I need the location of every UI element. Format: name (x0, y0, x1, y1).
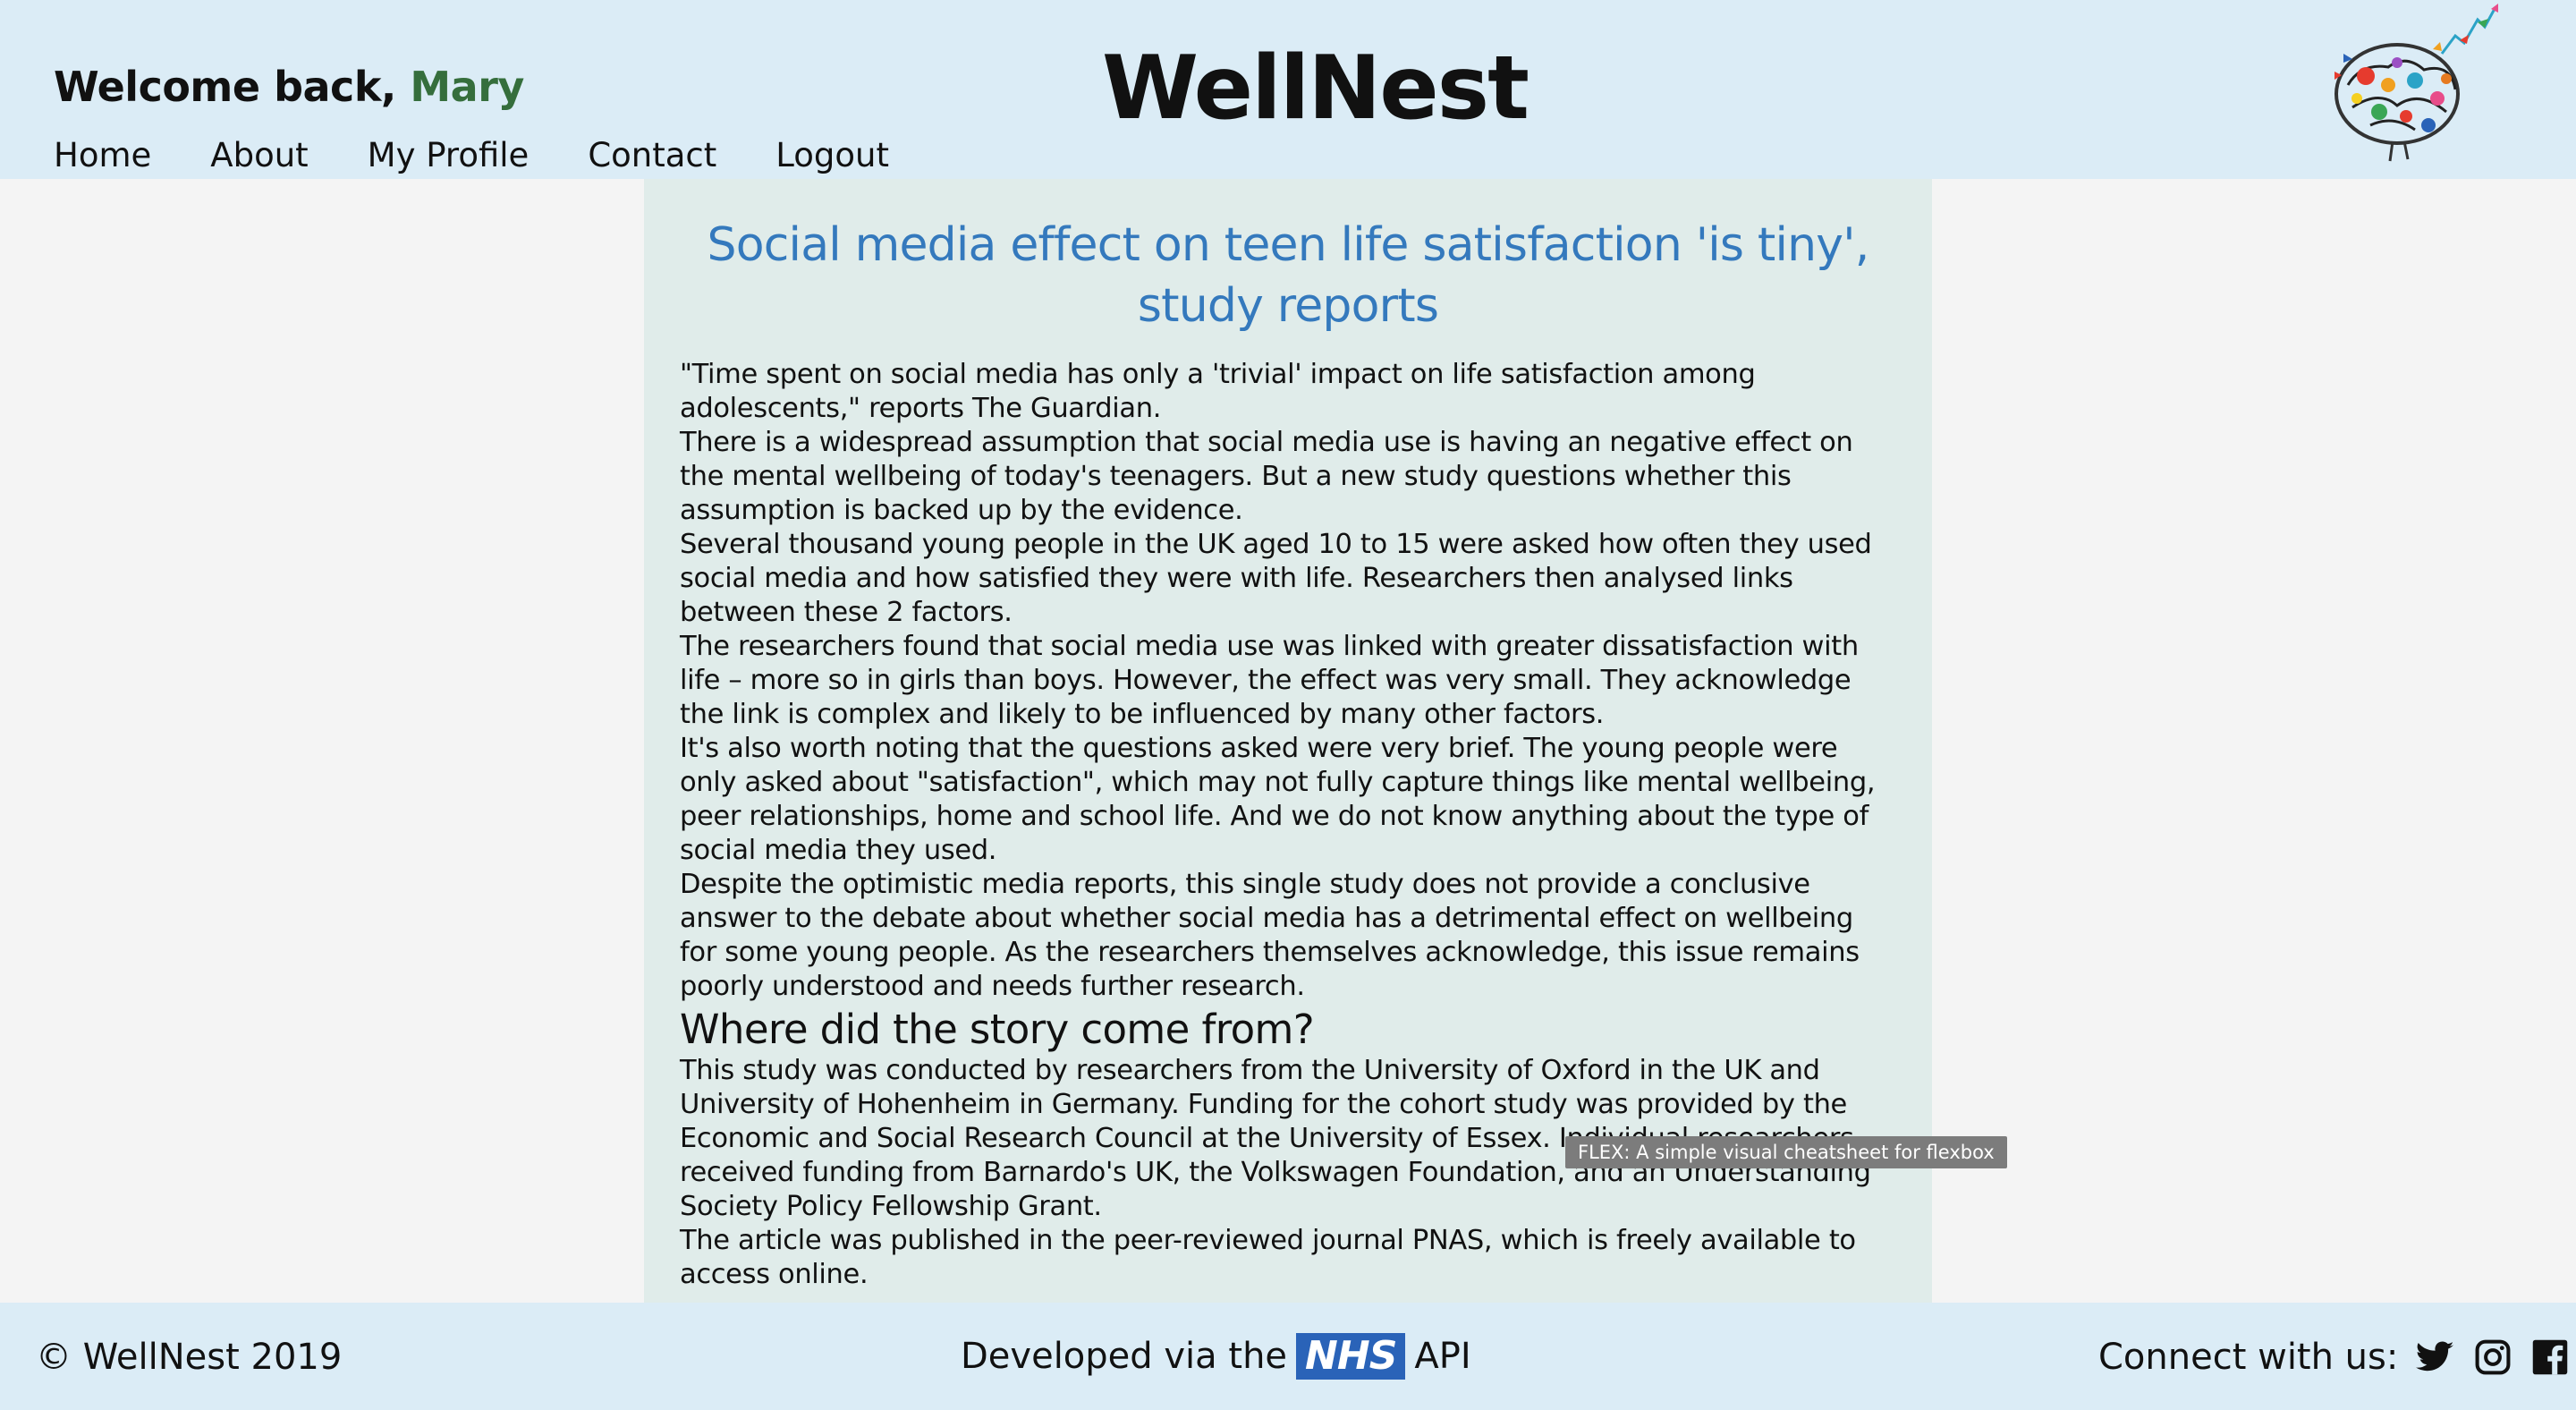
article-paragraph: The article was published in the peer-re… (680, 1225, 1856, 1290)
article-subheading: Where did the story come from? (680, 1006, 1315, 1053)
copyright-text: © WellNest 2019 (36, 1337, 343, 1378)
article-panel: Social media effect on teen life satisfa… (644, 179, 1932, 1303)
nav-logout[interactable]: Logout (775, 136, 889, 174)
developed-via: Developed via the NHS API (961, 1333, 1471, 1380)
nav-home[interactable]: Home (54, 136, 151, 174)
article-paragraph: "Time spent on social media has only a '… (680, 359, 1756, 424)
developed-prefix: Developed via the (961, 1336, 1288, 1377)
page: Welcome back, Mary WellNest Home About M… (0, 0, 2576, 1410)
connect-with-us: Connect with us: (2098, 1337, 2570, 1378)
article-paragraph: Despite the optimistic media reports, th… (680, 869, 1860, 1002)
site-header: Welcome back, Mary WellNest Home About M… (0, 0, 2576, 179)
article-title: Social media effect on teen life satisfa… (707, 218, 1870, 333)
nav-my-profile[interactable]: My Profile (368, 136, 530, 174)
article-paragraph: Several thousand young people in the UK … (680, 529, 1872, 628)
developed-suffix: API (1414, 1336, 1471, 1377)
tooltip: FLEX: A simple visual cheatsheet for fle… (1565, 1136, 2007, 1168)
main-nav: Home About My Profile Contact Logout (54, 136, 889, 174)
article-paragraph: There is a widespread assumption that so… (680, 427, 1853, 526)
site-title: WellNest (1102, 38, 1530, 140)
article-paragraph: The researchers found that social media … (680, 631, 1859, 730)
social-links (2416, 1338, 2570, 1377)
nav-about[interactable]: About (210, 136, 308, 174)
nhs-logo[interactable]: NHS (1296, 1333, 1406, 1380)
twitter-icon[interactable] (2416, 1338, 2455, 1377)
site-footer: © WellNest 2019 Developed via the NHS AP… (0, 1303, 2576, 1410)
article-paragraph: It's also worth noting that the question… (680, 733, 1876, 866)
instagram-icon[interactable] (2473, 1338, 2512, 1377)
nav-contact[interactable]: Contact (588, 136, 716, 174)
colorful-brain-icon (2334, 4, 2498, 162)
connect-label: Connect with us: (2098, 1337, 2399, 1378)
facebook-icon[interactable] (2530, 1338, 2570, 1377)
